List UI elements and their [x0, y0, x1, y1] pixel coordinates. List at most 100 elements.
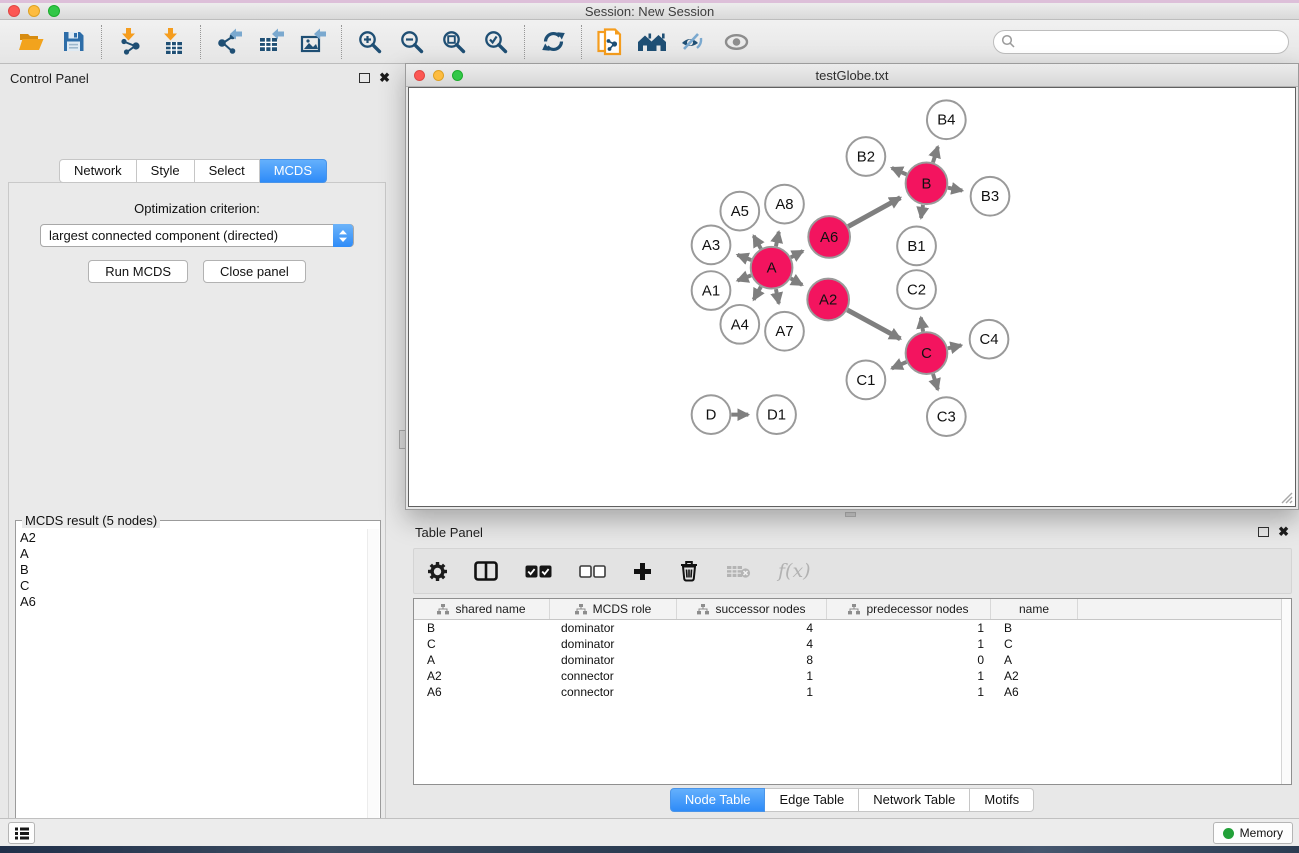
graph-node-A8[interactable]: A8 — [765, 185, 804, 224]
eye-button[interactable] — [715, 24, 757, 60]
graph-edge-A-A7[interactable] — [776, 289, 779, 303]
close-panel-icon[interactable]: ✖ — [379, 73, 390, 83]
panel-menu-button[interactable] — [8, 822, 35, 844]
graph-node-C4[interactable]: C4 — [970, 320, 1009, 359]
tab-network[interactable]: Network — [59, 159, 137, 183]
column-header-name[interactable]: name — [991, 599, 1078, 619]
graph-node-B3[interactable]: B3 — [971, 177, 1010, 216]
tab-edge-table[interactable]: Edge Table — [765, 788, 859, 812]
function-builder-button[interactable]: f(x) — [778, 560, 811, 582]
graph-edge-B-B2[interactable] — [892, 168, 907, 175]
list-item[interactable]: A — [20, 546, 380, 562]
close-panel-icon[interactable]: ✖ — [1278, 527, 1289, 537]
graph-node-C3[interactable]: C3 — [927, 397, 966, 436]
column-header-mcds-role[interactable]: MCDS role — [550, 599, 677, 619]
graph-node-A7[interactable]: A7 — [765, 312, 804, 351]
network-canvas[interactable]: B4B2BB3A8A5A6A3B1AA1C2A2A4A7C4CC1C3DD1 — [408, 87, 1296, 507]
close-window-button[interactable] — [8, 5, 20, 17]
zoom-out-button[interactable] — [391, 24, 433, 60]
graph-edge-A2-C[interactable] — [847, 310, 900, 339]
float-panel-icon[interactable] — [1258, 527, 1269, 537]
graph-node-C1[interactable]: C1 — [847, 361, 886, 400]
table-row[interactable]: A2connector11A2 — [414, 668, 1291, 684]
graph-node-C2[interactable]: C2 — [897, 270, 936, 309]
graph-edge-C-C1[interactable] — [892, 362, 907, 369]
graph-node-B4[interactable]: B4 — [927, 100, 966, 139]
graph-edge-A-A4[interactable] — [754, 287, 761, 300]
memory-button[interactable]: Memory — [1213, 822, 1293, 844]
window-controls[interactable] — [8, 5, 60, 17]
zoom-in-button[interactable] — [349, 24, 391, 60]
result-scrollbar[interactable] — [367, 529, 379, 853]
graph-node-A2[interactable]: A2 — [807, 279, 849, 321]
export-table-button[interactable] — [250, 24, 292, 60]
table-row[interactable]: Adominator80A — [414, 652, 1291, 668]
minimize-window-button[interactable] — [28, 5, 40, 17]
graph-edge-A-A3[interactable] — [737, 255, 751, 260]
network-window-controls[interactable] — [414, 70, 463, 81]
save-session-button[interactable] — [52, 24, 94, 60]
export-network-button[interactable] — [208, 24, 250, 60]
horizontal-splitter-grip[interactable] — [845, 512, 856, 517]
graph-edge-A6-B[interactable] — [848, 198, 900, 227]
hide-eye-button[interactable] — [673, 24, 715, 60]
import-table-button[interactable] — [151, 24, 193, 60]
select-all-button[interactable] — [525, 565, 552, 578]
table-row[interactable]: Cdominator41C — [414, 636, 1291, 652]
delete-table-button[interactable] — [726, 564, 751, 579]
graph-node-A1[interactable]: A1 — [692, 271, 731, 310]
import-network-button[interactable] — [109, 24, 151, 60]
add-row-button[interactable] — [633, 562, 652, 581]
criterion-dropdown[interactable]: largest connected component (directed) — [40, 224, 354, 247]
table-scrollbar[interactable] — [1281, 599, 1291, 784]
tab-node-table[interactable]: Node Table — [670, 788, 766, 812]
column-header-predecessor-nodes[interactable]: predecessor nodes — [827, 599, 991, 619]
table-row[interactable]: Bdominator41B — [414, 620, 1291, 636]
table-row[interactable]: A6connector11A6 — [414, 684, 1291, 700]
graph-node-B2[interactable]: B2 — [847, 137, 886, 176]
close-panel-button[interactable]: Close panel — [203, 260, 306, 283]
graph-node-B[interactable]: B — [906, 162, 948, 204]
graph-edge-A-A1[interactable] — [737, 275, 751, 280]
close-view-button[interactable] — [414, 70, 425, 81]
graph-node-A[interactable]: A — [751, 247, 793, 289]
zoom-view-button[interactable] — [452, 70, 463, 81]
deselect-all-button[interactable] — [579, 565, 606, 578]
graph-node-A4[interactable]: A4 — [720, 305, 759, 344]
float-panel-icon[interactable] — [359, 73, 370, 83]
zoom-fit-button[interactable] — [433, 24, 475, 60]
table-settings-button[interactable] — [428, 562, 447, 581]
tab-mcds[interactable]: MCDS — [260, 159, 327, 183]
graph-node-B1[interactable]: B1 — [897, 227, 936, 266]
graph-node-D[interactable]: D — [692, 395, 731, 434]
open-session-button[interactable] — [10, 24, 52, 60]
graph-edge-B-B1[interactable] — [921, 205, 923, 218]
search-field[interactable] — [993, 30, 1289, 54]
graph-node-A3[interactable]: A3 — [692, 226, 731, 265]
tab-style[interactable]: Style — [137, 159, 195, 183]
delete-row-button[interactable] — [679, 560, 699, 582]
network-window-titlebar[interactable]: testGlobe.txt — [406, 64, 1298, 87]
list-item[interactable]: A6 — [20, 594, 380, 610]
column-header-successor-nodes[interactable]: successor nodes — [677, 599, 827, 619]
run-mcds-button[interactable]: Run MCDS — [88, 260, 188, 283]
list-item[interactable]: A2 — [20, 530, 380, 546]
graph-edge-A-A2[interactable] — [791, 278, 803, 284]
graph-node-A5[interactable]: A5 — [720, 192, 759, 231]
graph-edge-A-A8[interactable] — [776, 232, 779, 246]
zoom-selected-button[interactable] — [475, 24, 517, 60]
graph-edge-B-B3[interactable] — [948, 188, 962, 191]
graph-edge-A-A6[interactable] — [791, 251, 803, 257]
tab-network-table[interactable]: Network Table — [859, 788, 970, 812]
list-item[interactable]: C — [20, 578, 380, 594]
graph-edge-C-C3[interactable] — [933, 374, 938, 390]
zoom-window-button[interactable] — [48, 5, 60, 17]
duplicate-network-button[interactable] — [589, 24, 631, 60]
tab-motifs[interactable]: Motifs — [970, 788, 1034, 812]
graph-node-A6[interactable]: A6 — [808, 216, 850, 258]
graph-edge-A-A5[interactable] — [754, 236, 761, 249]
tab-select[interactable]: Select — [195, 159, 260, 183]
graph-edge-B-B4[interactable] — [933, 147, 938, 163]
column-header-shared-name[interactable]: shared name — [414, 599, 550, 619]
graph-node-C[interactable]: C — [906, 332, 948, 374]
